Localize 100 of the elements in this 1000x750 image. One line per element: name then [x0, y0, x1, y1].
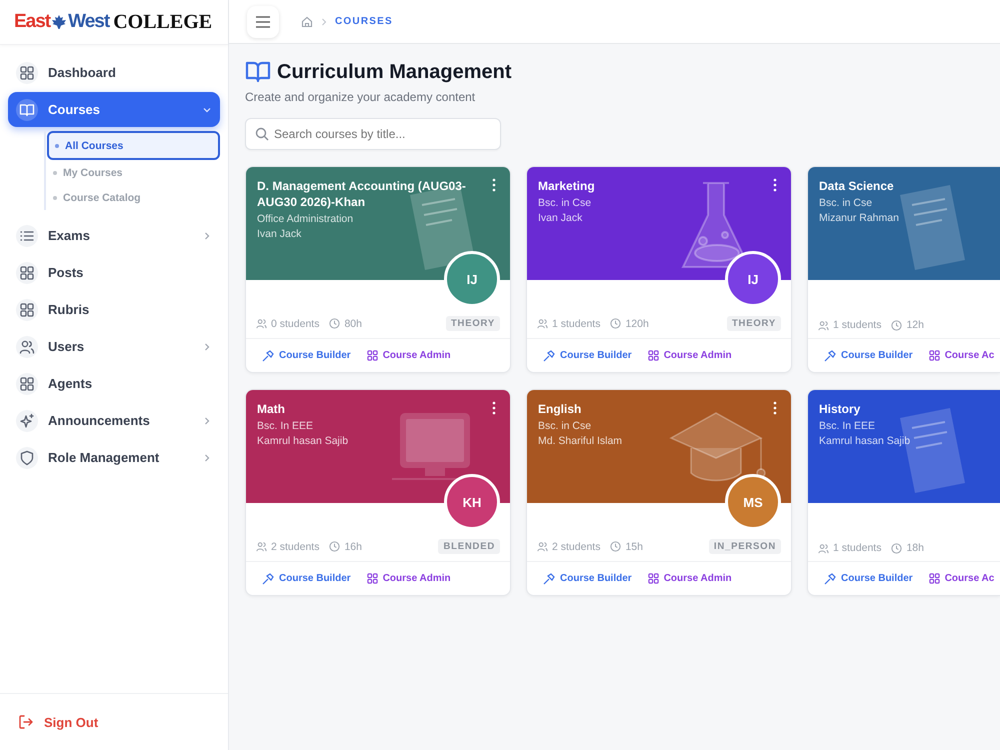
course-instructor: Mizanur Rahman — [819, 212, 900, 224]
course-card[interactable]: D. Management Accounting (AUG03-AUG30 2026)-Khan Office Administration Ivan Jack IJ 0 students 80h THEORY Course Builder Course Admin — [245, 166, 511, 373]
logo-text: West — [68, 11, 110, 33]
course-admin-link[interactable]: Course Admin — [648, 573, 732, 584]
course-program: Bsc. In EEE — [257, 420, 314, 432]
course-builder-link[interactable]: Course Builder — [824, 350, 913, 362]
grid-icon — [928, 573, 940, 584]
users-icon — [537, 541, 548, 552]
course-program: Bsc. in Cse — [538, 420, 592, 432]
clock-icon — [891, 542, 902, 554]
course-builder-link[interactable]: Course Builder — [543, 350, 632, 362]
grid-icon — [19, 376, 35, 392]
course-title: History — [819, 401, 862, 417]
more-icon[interactable] — [773, 401, 777, 415]
sidebar-item[interactable]: Announcements — [8, 403, 220, 438]
hammer-icon — [824, 350, 836, 362]
users-icon — [19, 338, 35, 354]
hammer-icon — [262, 572, 274, 584]
course-program: Office Administration — [257, 213, 354, 225]
course-title: D. Management Accounting (AUG03-AUG30 2026)-Khan — [257, 178, 467, 210]
student-count: 1 students — [552, 318, 600, 330]
course-admin-link[interactable]: Course Ac — [928, 573, 994, 584]
grid-icon — [366, 573, 378, 584]
instructor-avatar: IJ — [725, 251, 781, 307]
users-icon — [256, 318, 267, 329]
more-icon[interactable] — [492, 178, 496, 192]
format-tag: THEORY — [446, 316, 500, 331]
search-field[interactable]: Search courses by title... — [245, 118, 501, 150]
users-icon — [818, 542, 829, 554]
logo-text: COLLEGE — [113, 10, 212, 34]
sidebar-item[interactable]: Dashboard — [8, 55, 220, 90]
course-title: Marketing — [538, 178, 596, 194]
page-subtitle: Create and organize your academy content — [245, 90, 476, 104]
maple-leaf-icon — [51, 14, 68, 30]
sidebar-item[interactable]: Role Management — [8, 440, 220, 475]
search-icon — [255, 127, 269, 141]
sign-out-icon — [18, 714, 34, 730]
sidebar-item[interactable]: Exams — [8, 218, 220, 253]
sparkle-icon — [19, 412, 35, 428]
student-count: 0 students — [271, 318, 320, 330]
course-card[interactable]: English Bsc. in Cse Md. Shariful Islam MS 2 students 15h IN_PERSON Course Builder Course Admin — [526, 389, 792, 596]
logo-text: East — [14, 11, 50, 33]
menu-button[interactable] — [247, 6, 279, 38]
student-count: 2 students — [552, 540, 600, 552]
instructor-avatar: MS — [725, 474, 781, 530]
sidebar-item[interactable]: Users — [8, 329, 220, 364]
course-card[interactable]: Data Science Bsc. in Cse Mizanur Rahman 1 students 12h Course Builder Course Ac — [807, 166, 1000, 373]
course-duration: 120h — [625, 318, 649, 330]
sidebar-item[interactable]: Rubris — [8, 292, 220, 327]
sidebar-item[interactable]: Agents — [8, 366, 220, 401]
course-admin-link[interactable]: Course Ac — [928, 350, 994, 361]
breadcrumb-current: COURSES — [335, 16, 393, 27]
course-program: Bsc. in Cse — [819, 197, 874, 209]
course-duration: 15h — [625, 540, 643, 552]
submenu-item[interactable]: All Courses — [47, 131, 220, 160]
sidebar-item[interactable]: Posts — [8, 255, 220, 290]
course-builder-link[interactable]: Course Builder — [262, 350, 351, 362]
format-tag: THEORY — [726, 316, 781, 331]
course-program: Bsc. in Cse — [538, 197, 592, 209]
sign-out-button[interactable]: Sign Out — [0, 693, 228, 750]
student-count: 1 students — [833, 542, 882, 554]
more-icon[interactable] — [492, 401, 496, 415]
clock-icon — [329, 541, 340, 552]
clock-icon — [891, 320, 902, 330]
course-card[interactable]: History Bsc. In EEE Kamrul hasan Sajib 1 students 18h Course Builder Course Ac — [807, 389, 1000, 596]
clock-icon — [610, 318, 622, 329]
course-builder-link[interactable]: Course Builder — [824, 572, 913, 584]
hammer-icon — [543, 350, 555, 362]
course-instructor: Md. Shariful Islam — [538, 435, 624, 447]
student-count: 2 students — [271, 540, 320, 552]
course-card[interactable]: Math Bsc. In EEE Kamrul hasan Sajib KH 2 students 16h BLENDED Course Builder Course Admin — [245, 389, 511, 596]
grid-icon — [19, 302, 35, 318]
more-icon[interactable] — [773, 178, 777, 192]
shield-icon — [19, 450, 35, 466]
course-admin-link[interactable]: Course Admin — [366, 573, 451, 584]
course-instructor: Ivan Jack — [538, 212, 584, 224]
users-icon — [537, 318, 548, 329]
course-admin-link[interactable]: Course Admin — [648, 350, 732, 361]
course-builder-link[interactable]: Course Builder — [543, 572, 632, 584]
menu-icon — [255, 16, 271, 28]
hammer-icon — [543, 572, 555, 584]
course-title: Math — [257, 401, 286, 417]
course-instructor: Ivan Jack — [257, 228, 302, 240]
course-title: English — [538, 401, 582, 417]
format-tag: BLENDED — [438, 539, 500, 554]
grid-icon — [648, 573, 659, 584]
course-admin-link[interactable]: Course Admin — [366, 350, 451, 361]
course-duration: 16h — [344, 540, 362, 552]
grid-icon — [648, 350, 659, 361]
book-icon — [245, 60, 271, 84]
course-builder-link[interactable]: Course Builder — [262, 572, 351, 584]
sidebar-item[interactable]: Courses — [8, 92, 220, 127]
grid-icon — [19, 264, 35, 280]
home-icon[interactable] — [301, 16, 313, 28]
page-title: Curriculum Management — [277, 60, 512, 84]
course-card[interactable]: Marketing Bsc. in Cse Ivan Jack IJ 1 students 120h THEORY Course Builder Course Admin — [526, 166, 792, 373]
student-count: 1 students — [833, 319, 882, 331]
users-icon — [818, 320, 829, 330]
hammer-icon — [824, 572, 836, 584]
chevron-right-icon — [321, 18, 327, 26]
